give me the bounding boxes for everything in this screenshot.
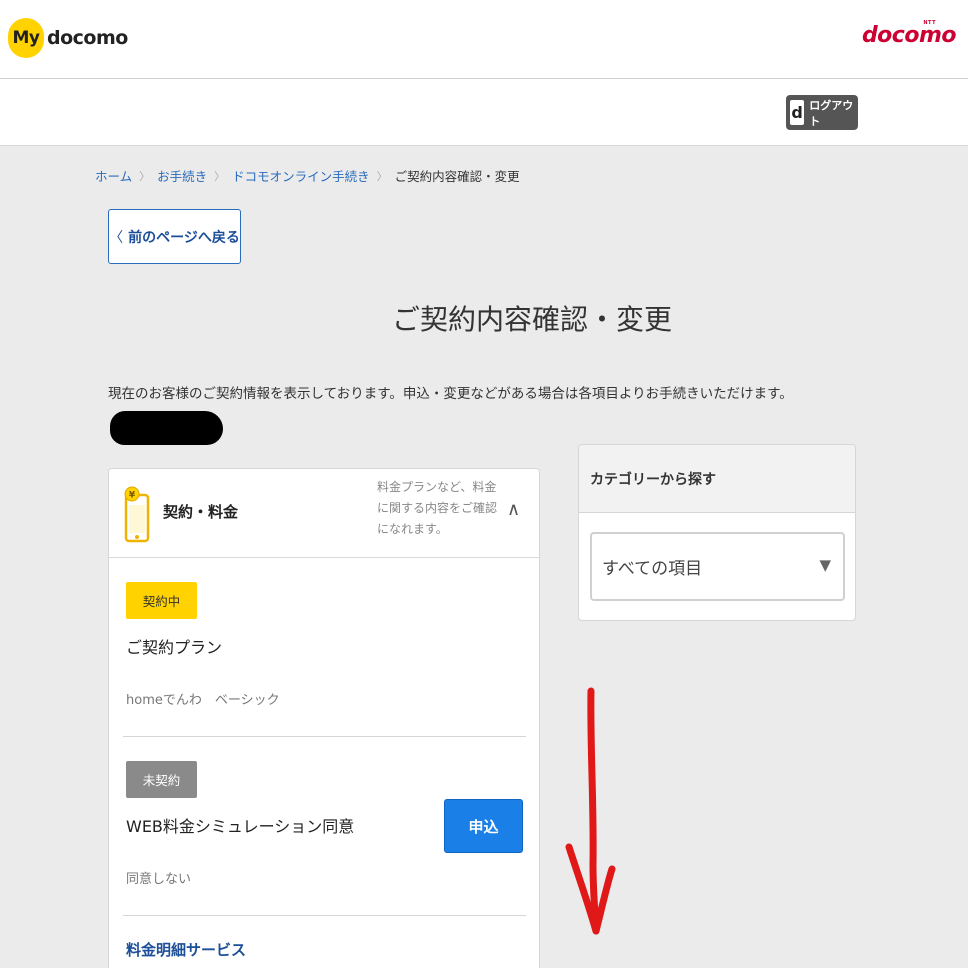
item-value: 同意しない: [126, 872, 192, 887]
breadcrumb-online-procedures[interactable]: ドコモオンライン手続き: [232, 166, 370, 185]
category-select[interactable]: すべての項目 ▼: [590, 532, 845, 601]
intro-text: 現在のお客様のご契約情報を表示しております。申込・変更などがある場合は各項目より…: [108, 386, 793, 402]
chevron-up-icon[interactable]: ∧: [507, 499, 520, 520]
category-search-box: カテゴリーから探す すべての項目 ▼: [578, 444, 856, 621]
item-value: homeでんわ ベーシック: [126, 693, 280, 708]
mydocomo-logo[interactable]: My docomo: [8, 18, 128, 58]
panel-header[interactable]: ¥ 契約・料金 料金プランなど、料金に関する内容をご確認になれます。 ∧: [109, 469, 539, 558]
account-bar: d ログアウト: [0, 79, 968, 146]
breadcrumb-home[interactable]: ホーム: [95, 166, 132, 185]
chevron-right-icon: 〉: [214, 169, 226, 183]
phone-yen-icon: ¥: [124, 486, 150, 543]
item-name: ご契約プラン: [126, 638, 223, 657]
category-heading: カテゴリーから探す: [579, 445, 855, 513]
page-title: ご契約内容確認・変更: [391, 303, 672, 336]
logo-text: docomo: [47, 27, 128, 49]
svg-text:¥: ¥: [129, 491, 136, 501]
billing-statement-service-link[interactable]: 料金明細サービス: [126, 939, 246, 960]
contract-fee-panel: ¥ 契約・料金 料金プランなど、料金に関する内容をご確認になれます。 ∧ 契約中…: [108, 468, 540, 968]
breadcrumb-procedures[interactable]: お手続き: [157, 166, 207, 185]
caret-down-icon: ▼: [819, 556, 831, 574]
chevron-right-icon: 〉: [376, 169, 388, 183]
red-arrow-annotation: [565, 687, 616, 935]
back-button[interactable]: 〈 前のページへ戻る: [108, 209, 241, 264]
logo-my-badge: My: [8, 18, 44, 58]
back-button-label: 前のページへ戻る: [128, 229, 240, 246]
top-header: My docomo NTT docomo: [0, 0, 968, 79]
category-select-value: すべての項目: [602, 559, 703, 579]
panel-title: 契約・料金: [163, 503, 239, 521]
apply-button[interactable]: 申込: [444, 799, 523, 853]
brand-docomo: docomo: [861, 23, 957, 48]
logout-label: ログアウト: [809, 98, 854, 128]
status-badge: 契約中: [126, 582, 197, 619]
contract-item: 契約中 ご契約プラン homeでんわ ベーシック: [123, 558, 526, 737]
redaction-mark: [110, 411, 223, 445]
item-name: WEB料金シミュレーション同意: [126, 817, 355, 836]
breadcrumb-current: ご契約内容確認・変更: [394, 169, 520, 184]
panel-description: 料金プランなど、料金に関する内容をご確認になれます。: [377, 480, 498, 536]
contract-item: 未契約 WEB料金シミュレーション同意 同意しない 申込: [123, 737, 526, 916]
d-account-icon: d: [790, 100, 805, 125]
chevron-right-icon: 〉: [139, 169, 151, 183]
breadcrumb: ホーム 〉 お手続き 〉 ドコモオンライン手続き 〉 ご契約内容確認・変更: [95, 166, 520, 185]
ntt-docomo-brand: NTT docomo: [861, 20, 957, 48]
chevron-left-icon: 〈: [109, 229, 124, 246]
logout-button[interactable]: d ログアウト: [786, 95, 858, 130]
status-badge: 未契約: [126, 761, 197, 798]
